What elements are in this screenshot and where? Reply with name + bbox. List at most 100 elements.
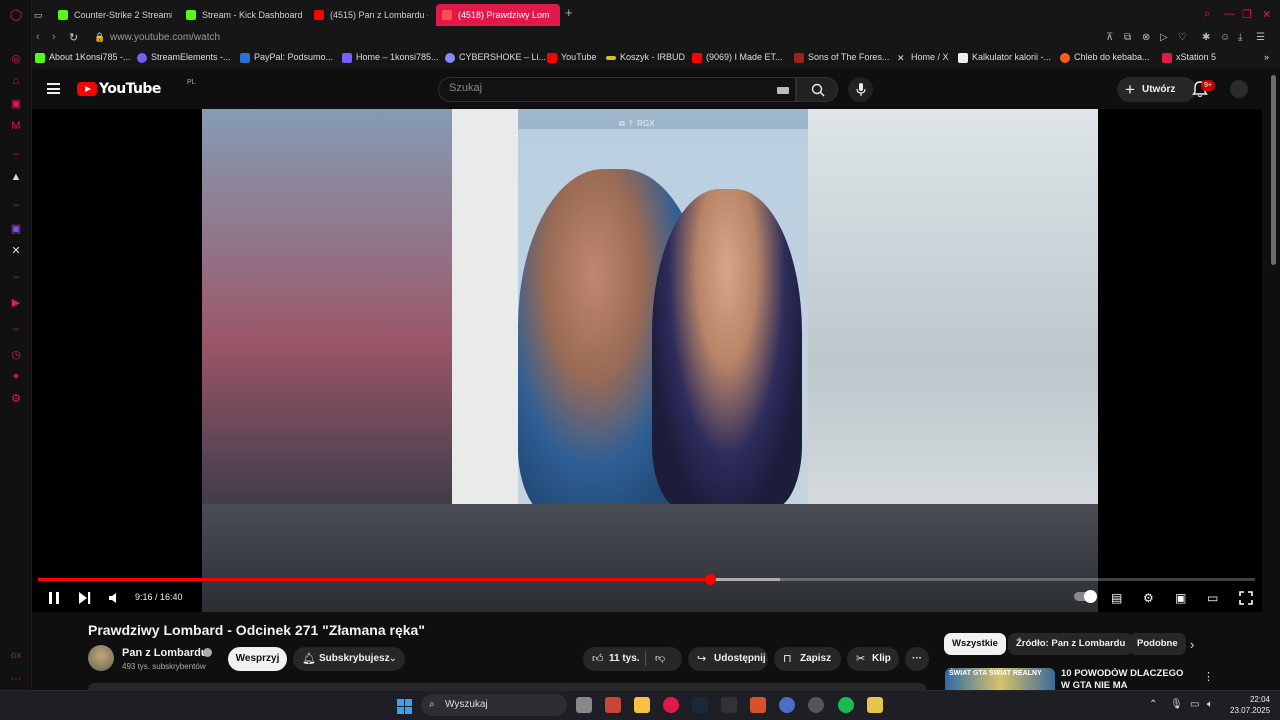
bookmark[interactable]: CYBERSHOKE – Li... — [445, 52, 546, 63]
easy-setup-icon[interactable]: ☰ — [1256, 32, 1265, 43]
bookmark[interactable]: ✕ Home / X — [897, 52, 949, 63]
app-icon[interactable] — [808, 697, 824, 713]
reload-icon[interactable]: ↻ — [69, 31, 78, 44]
bookmark[interactable]: About 1Konsi785 -... — [35, 52, 131, 63]
more-actions-button[interactable]: ··· — [905, 647, 929, 671]
adblock-icon[interactable]: ⊗ — [1142, 32, 1150, 43]
bookmark[interactable]: PayPal: Podsumo... — [240, 52, 333, 63]
bookmark[interactable]: Chleb do kebaba... — [1060, 52, 1150, 63]
account-avatar[interactable] — [1230, 80, 1248, 98]
maximize-button[interactable]: ❐ — [1242, 8, 1252, 21]
tab-2[interactable]: (4515) Pan z Lombardu - — [308, 4, 428, 26]
snapshot-icon[interactable]: ⧉ — [1124, 32, 1131, 43]
gmail-icon[interactable]: M — [9, 119, 23, 133]
twitch-icon[interactable]: ▣ — [9, 222, 23, 236]
next-icon[interactable] — [78, 591, 91, 605]
extensions-icon[interactable]: ✱ — [1202, 32, 1210, 43]
network-icon[interactable]: ▭ — [1190, 699, 1199, 710]
x-icon[interactable]: ✕ — [9, 244, 23, 258]
tab-3-active[interactable]: (4518) Prawdziwy Lom — [436, 4, 560, 26]
create-button[interactable]: + Utwórz — [1117, 77, 1196, 102]
clip-button[interactable]: ✂ Klip — [847, 647, 899, 671]
bookmark[interactable]: YouTube — [547, 52, 596, 63]
extensions-icon[interactable]: ✦ — [9, 370, 23, 384]
close-button[interactable]: ✕ — [1262, 8, 1271, 21]
search-box[interactable] — [438, 77, 796, 102]
app-icon[interactable] — [605, 697, 621, 713]
messenger-icon[interactable]: ▣ — [9, 97, 23, 111]
description-box[interactable] — [88, 683, 926, 690]
chip-related[interactable]: Podobne — [1129, 633, 1186, 655]
profile-icon[interactable]: ☺ — [1220, 32, 1230, 43]
search-button[interactable] — [796, 77, 838, 102]
search-input[interactable] — [449, 82, 749, 94]
heart-icon[interactable]: ♡ — [1178, 32, 1187, 43]
bookmark[interactable]: StreamElements -... — [137, 52, 231, 63]
tab-islands-icon[interactable]: ▭ — [34, 4, 48, 26]
forward-icon[interactable]: › — [52, 31, 56, 43]
theater-mode-icon[interactable]: ▭ — [1207, 591, 1218, 605]
join-button[interactable]: Wesprzyj — [228, 647, 287, 671]
opera-logo-icon[interactable]: ◯ — [9, 8, 23, 22]
file-explorer-icon[interactable] — [634, 697, 650, 713]
app-icon[interactable] — [721, 697, 737, 713]
miniplayer-icon[interactable]: ▣ — [1175, 591, 1186, 605]
download-icon[interactable]: ⤓ — [1238, 32, 1242, 43]
share-button[interactable]: ↪ Udostępnij — [688, 647, 768, 671]
bookmark[interactable]: xStation 5 — [1162, 52, 1216, 63]
tab-0[interactable]: Counter-Strike 2 Streamin — [52, 4, 172, 26]
app-icon[interactable] — [779, 697, 795, 713]
minimize-button[interactable]: — — [1224, 8, 1235, 20]
task-view-icon[interactable] — [576, 697, 592, 713]
bookmark[interactable]: Kalkulator kalorii -... — [958, 52, 1051, 63]
back-icon[interactable]: ‹ — [36, 31, 40, 43]
brave-icon[interactable] — [750, 697, 766, 713]
video-overlay-icons[interactable]: ⧉ ⤒ RGX — [619, 119, 654, 129]
app-icon[interactable] — [867, 697, 883, 713]
kick-icon[interactable]: ▲ — [9, 170, 23, 184]
like-count[interactable]: 11 tys. — [609, 647, 640, 671]
bookmark[interactable]: Koszyk - IRBUD — [606, 52, 685, 62]
autoplay-toggle[interactable] — [1074, 590, 1097, 603]
scrollbar[interactable] — [1271, 75, 1276, 265]
aria-icon[interactable]: ◎ — [9, 52, 23, 66]
lock-icon[interactable]: 🔒 — [94, 32, 105, 43]
recommendation-title[interactable]: 10 POWODÓW DLACZEGO W GTA NIE MA PRAWDZI… — [1061, 668, 1186, 690]
hamburger-menu-icon[interactable] — [47, 83, 60, 94]
tray-overflow-icon[interactable]: ⌃ — [1149, 699, 1157, 710]
like-icon[interactable]: 👍︎ — [592, 647, 604, 671]
settings-icon[interactable]: ⚙ — [1143, 591, 1154, 605]
new-tab-button[interactable]: + — [565, 5, 573, 20]
chevron-right-icon[interactable]: › — [1190, 637, 1194, 652]
bookmarks-more-icon[interactable]: » — [1264, 52, 1269, 62]
url-field[interactable]: www.youtube.com/watch — [110, 32, 220, 43]
bookmark[interactable]: (9069) I Made ET... — [692, 52, 783, 63]
microphone-icon[interactable]: 🎙︎ — [1170, 699, 1183, 710]
dislike-icon[interactable]: 👎︎ — [655, 647, 665, 671]
fullscreen-icon[interactable] — [1239, 591, 1253, 605]
subtitles-icon[interactable]: ▤ — [1111, 591, 1122, 605]
video-player[interactable]: ⧉ ⤒ RGX 9:16 / 16:40 ▤ ⚙ ▣ ▭ — [32, 109, 1262, 612]
pin-icon[interactable]: ⊼ — [1106, 32, 1113, 43]
spotify-icon[interactable] — [838, 697, 854, 713]
more-icon[interactable]: ··· — [9, 672, 23, 686]
progress-bar[interactable] — [38, 574, 1255, 585]
keyboard-icon[interactable] — [777, 87, 789, 94]
channel-name[interactable]: Pan z Lombardu — [122, 647, 208, 659]
settings-icon[interactable]: ⚙ — [9, 392, 23, 406]
steam-icon[interactable] — [692, 697, 708, 713]
clock[interactable]: 22:04 23.07.2025 — [1230, 694, 1270, 716]
voice-search-button[interactable] — [848, 77, 873, 102]
player-icon[interactable]: ▷ — [1160, 32, 1168, 43]
gx-icon[interactable]: GX — [9, 650, 23, 664]
start-button[interactable] — [397, 699, 412, 714]
save-button[interactable]: ⊓ Zapisz — [774, 647, 841, 671]
tab-1[interactable]: Stream - Kick Dashboard — [180, 4, 304, 26]
chip-from-channel[interactable]: Źródło: Pan z Lombardu — [1008, 633, 1134, 655]
player-icon[interactable]: ▶ — [9, 296, 23, 310]
chip-all[interactable]: Wszystkie — [944, 633, 1006, 655]
subscribed-button[interactable]: 🔔︎ Subskrybujesz ⌄ — [293, 647, 405, 671]
workspaces-icon[interactable]: ⌂ — [9, 74, 23, 88]
bookmark[interactable]: Home – 1konsi785... — [342, 52, 439, 63]
opera-gx-icon[interactable] — [663, 697, 679, 713]
